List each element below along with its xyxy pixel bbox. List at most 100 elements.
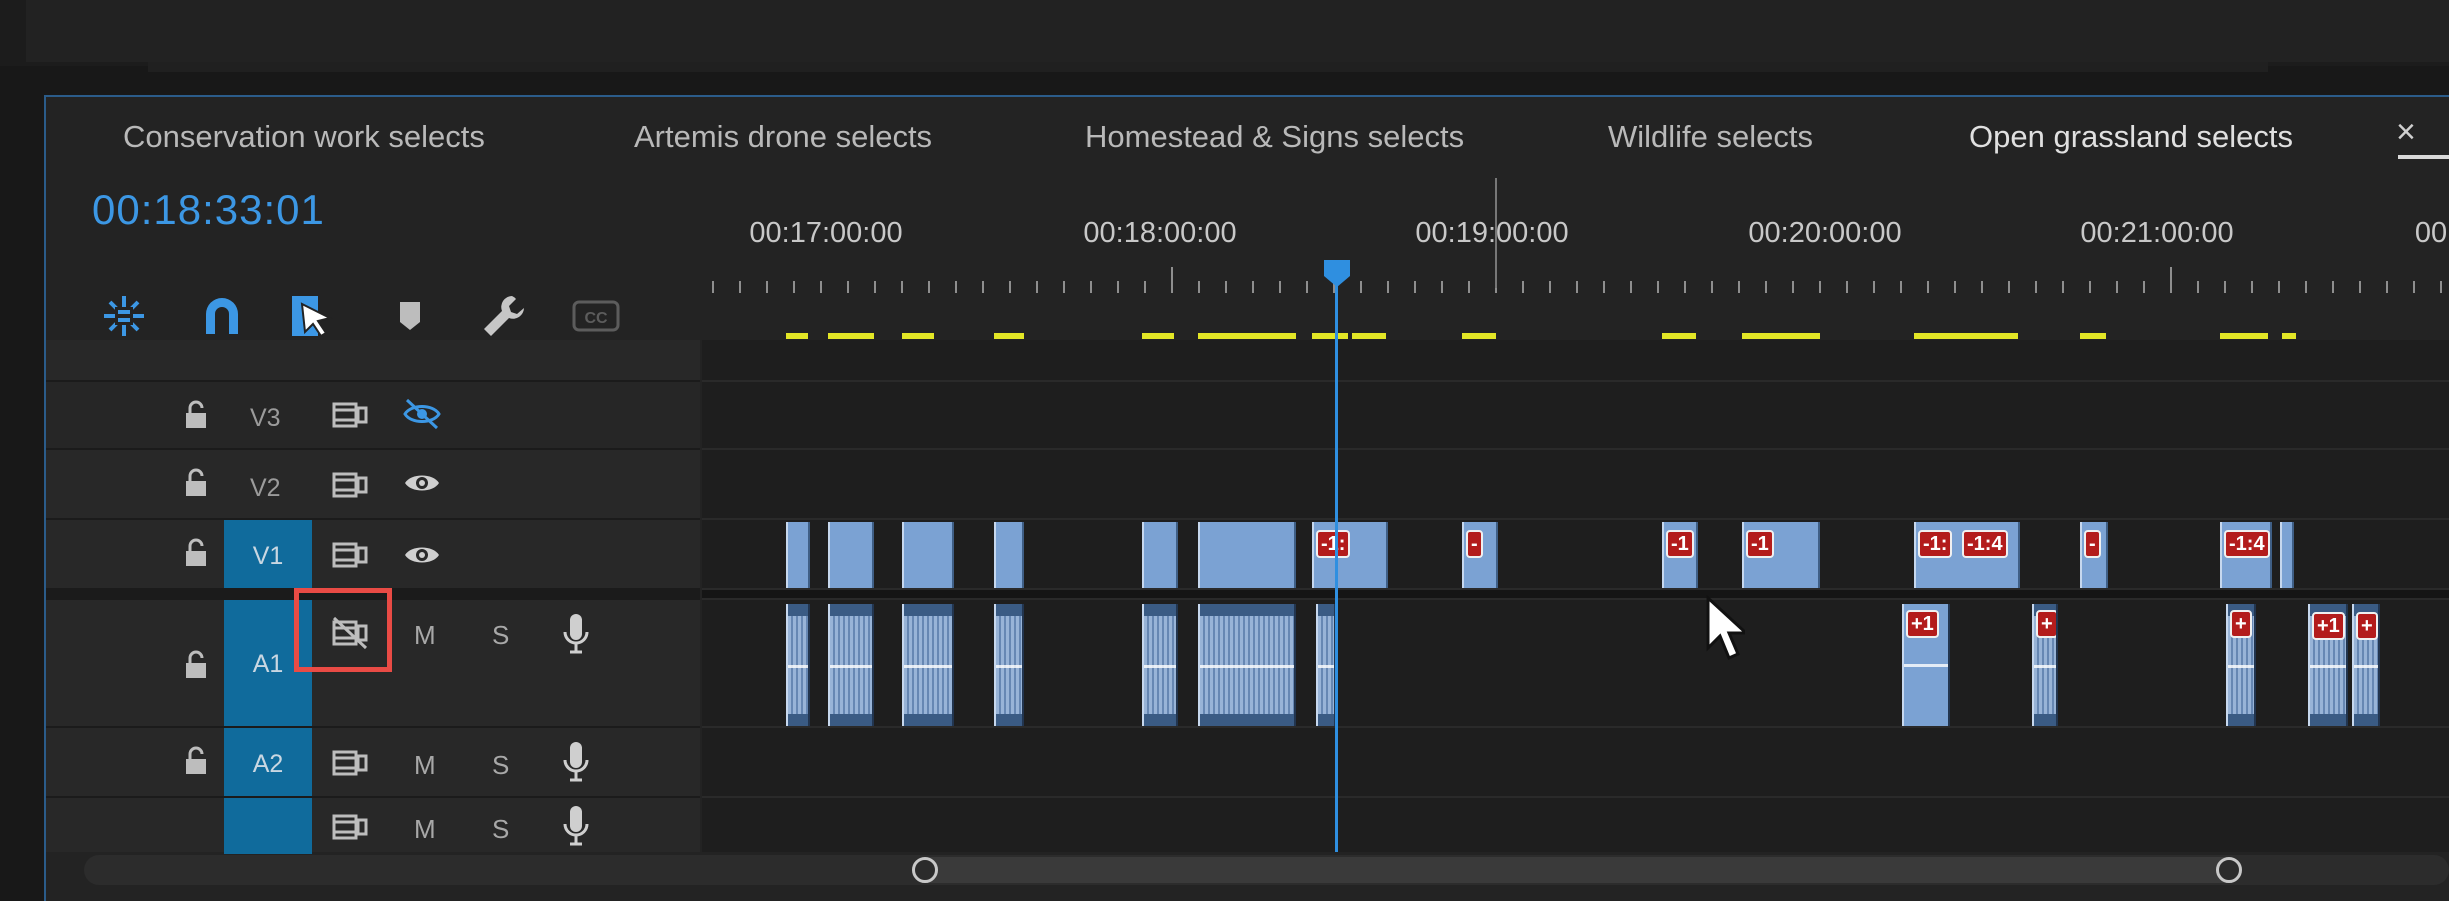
playhead-line[interactable] (1335, 280, 1338, 852)
insert-and-overwrite-sequences-as-nests-icon[interactable] (98, 290, 150, 342)
offset-badge: -1:4 (2224, 530, 2270, 558)
lock-open-icon[interactable] (184, 538, 208, 568)
solo-button[interactable]: S (492, 620, 509, 651)
ruler-label: 00:20:00:00 (1748, 217, 1902, 249)
tab-homestead-signs-selects[interactable]: Homestead & Signs selects (1085, 97, 1464, 183)
ruler-tick (1360, 281, 1362, 293)
ruler-tick (712, 281, 714, 293)
video-clip[interactable] (1142, 522, 1178, 588)
video-clip[interactable]: - (2080, 522, 2108, 588)
eye-icon[interactable] (402, 540, 442, 570)
ruler-tick (1198, 281, 1200, 293)
video-clip[interactable] (902, 522, 954, 588)
track-target-a3[interactable] (224, 798, 312, 854)
audio-clip[interactable] (1142, 604, 1178, 726)
track-header-v3: V3 (46, 380, 700, 450)
toggle-sync-lock-icon[interactable] (332, 468, 368, 502)
audio-clip[interactable] (994, 604, 1024, 726)
audio-clip[interactable]: +1 (2308, 604, 2348, 726)
ruler-tick (1522, 281, 1524, 293)
solo-button[interactable]: S (492, 814, 509, 845)
audio-clip[interactable] (1316, 604, 1336, 726)
mute-button[interactable]: M (414, 814, 436, 845)
offset-badge: -1: (1316, 530, 1351, 558)
scrollbar-right-handle[interactable] (2216, 857, 2242, 883)
video-clip[interactable]: -1 (1662, 522, 1698, 588)
ruler-tick (793, 281, 795, 293)
ruler-tick (2332, 281, 2334, 293)
voice-over-record-icon[interactable] (562, 804, 590, 848)
add-marker-icon[interactable] (384, 290, 436, 342)
ruler-tick (1657, 281, 1659, 293)
track-target-v1[interactable]: V1 (224, 520, 312, 590)
audio-clip[interactable] (828, 604, 874, 726)
timeline-settings-wrench-icon[interactable] (478, 290, 530, 342)
lock-open-icon[interactable] (184, 400, 208, 430)
video-clip[interactable]: - (1462, 522, 1498, 588)
audio-clip[interactable]: + (2352, 604, 2380, 726)
lock-open-icon[interactable] (184, 650, 208, 680)
eye-hidden-icon[interactable] (402, 396, 442, 432)
video-clip[interactable] (1198, 522, 1296, 588)
offset-badge: + (2036, 610, 2056, 638)
voice-over-record-icon[interactable] (562, 612, 590, 656)
video-clip[interactable]: -1: -1:4 (1914, 522, 2020, 588)
eye-icon[interactable] (402, 468, 442, 498)
captions-cc-icon[interactable]: CC (570, 290, 622, 342)
timeline-tracks[interactable]: -1: - -1 -1 -1: -1:4 - -1:4 +1 + + +1 + (702, 340, 2449, 852)
ruler-tick (2170, 267, 2172, 293)
render-segment (1352, 333, 1386, 339)
toggle-sync-lock-icon[interactable] (332, 538, 368, 572)
audio-clip[interactable]: + (2226, 604, 2256, 726)
audio-clip[interactable]: + (2032, 604, 2058, 726)
linked-selection-icon[interactable] (288, 290, 340, 342)
audio-clip[interactable]: +1 (1902, 604, 1950, 726)
ruler-tick (1927, 281, 1929, 293)
ruler-label: 00:19:00:00 (1415, 217, 1569, 249)
video-clip[interactable] (2280, 522, 2294, 588)
playhead-timecode[interactable]: 00:18:33:01 (92, 186, 325, 234)
offset-badge: -1 (1746, 530, 1774, 558)
toggle-sync-lock-icon[interactable] (332, 810, 368, 844)
toggle-sync-lock-icon[interactable] (332, 746, 368, 780)
video-clip[interactable]: -1: (1312, 522, 1388, 588)
ruler-label: 00:18:00:00 (1083, 217, 1237, 249)
lock-open-icon[interactable] (184, 746, 208, 776)
ruler-tick (1063, 281, 1065, 293)
mute-button[interactable]: M (414, 750, 436, 781)
video-clip[interactable]: -1 (1742, 522, 1820, 588)
track-target-a2[interactable]: A2 (224, 728, 312, 798)
track-label-v2[interactable]: V2 (250, 474, 281, 503)
track-label-v3[interactable]: V3 (250, 404, 281, 433)
scrollbar-left-handle[interactable] (912, 857, 938, 883)
background-window (26, 0, 2449, 62)
render-segment (2220, 333, 2268, 339)
ruler-tick (1981, 281, 1983, 293)
video-clip[interactable] (994, 522, 1024, 588)
audio-clip[interactable] (902, 604, 954, 726)
video-clip[interactable]: -1:4 (2220, 522, 2272, 588)
time-ruler[interactable]: 00:17:00:00 00:18:00:00 00:19:00:00 00:2… (700, 175, 2449, 293)
snap-magnet-icon[interactable] (196, 290, 248, 342)
ruler-tick (1846, 281, 1848, 293)
video-clip[interactable] (786, 522, 810, 588)
scrollbar-thumb[interactable] (924, 857, 2230, 883)
close-tab-icon[interactable]: × (2396, 113, 2416, 152)
solo-button[interactable]: S (492, 750, 509, 781)
audio-clip[interactable] (786, 604, 810, 726)
tab-conservation-work-selects[interactable]: Conservation work selects (123, 97, 485, 183)
ruler-tick (955, 281, 957, 293)
tab-wildlife-selects[interactable]: Wildlife selects (1608, 97, 1813, 183)
tab-open-grassland-selects[interactable]: Open grassland selects (1969, 97, 2293, 183)
ruler-label: 00: (2414, 217, 2449, 249)
render-segment (828, 333, 874, 339)
toggle-sync-lock-icon[interactable] (332, 398, 368, 432)
ruler-tick (1549, 281, 1551, 293)
voice-over-record-icon[interactable] (562, 740, 590, 784)
mute-button[interactable]: M (414, 620, 436, 651)
video-clip[interactable] (828, 522, 874, 588)
tab-artemis-drone-selects[interactable]: Artemis drone selects (634, 97, 932, 183)
lock-open-icon[interactable] (184, 468, 208, 498)
audio-clip[interactable] (1198, 604, 1296, 726)
playhead-handle-icon[interactable] (1322, 258, 1352, 288)
